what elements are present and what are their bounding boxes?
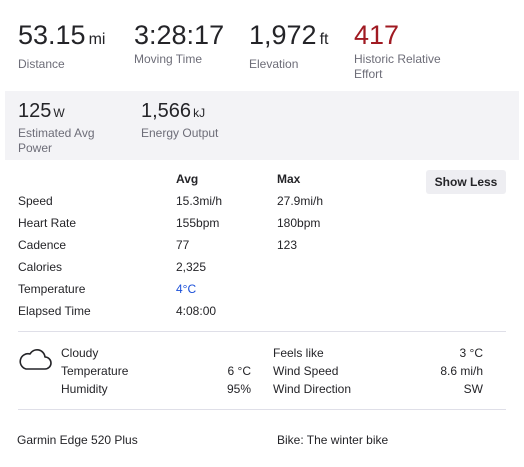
weather-section: Cloudy Temperature 6 °C Humidity 95% Fee… — [0, 346, 524, 406]
table-row: Temperature 4°C — [18, 282, 418, 304]
row-label: Cadence — [18, 238, 67, 252]
row-label: Calories — [18, 260, 63, 274]
row-label: Heart Rate — [18, 216, 77, 230]
stat-elevation: 1,972 ft Elevation — [249, 18, 328, 72]
stat-distance-value: 53.15 — [18, 20, 86, 50]
row-avg: 15.3mi/h — [176, 194, 223, 208]
weather-wind-speed-label: Wind Speed — [273, 364, 339, 378]
stat-energy-output: 1,566 kJ Energy Output — [141, 98, 218, 141]
stat-relative-effort[interactable]: 417 Historic Relative Effort — [354, 18, 441, 82]
stat-relative-effort-value: 417 — [354, 20, 400, 50]
weather-wind-direction-label: Wind Direction — [273, 382, 352, 396]
row-max: 123 — [277, 238, 298, 252]
weather-feels-like-label: Feels like — [273, 346, 324, 360]
activity-stats-panel: 53.15 mi Distance 3:28:17 Moving Time 1,9… — [0, 0, 524, 467]
divider — [18, 331, 506, 332]
stat-power-unit: W — [53, 106, 65, 120]
weather-humidity-value: 95% — [226, 382, 251, 396]
stat-power-label: Estimated Avg Power — [18, 126, 95, 155]
cloud-icon — [19, 349, 52, 370]
weather-temperature-value: 6 °C — [227, 364, 251, 378]
weather-feels-like-value: 3 °C — [459, 346, 483, 360]
column-header-avg: Avg — [176, 172, 199, 186]
table-row: Heart Rate 155bpm 180bpm — [18, 216, 418, 238]
column-header-max: Max — [277, 172, 301, 186]
row-avg: 2,325 — [176, 260, 207, 274]
stat-elevation-unit: ft — [319, 31, 329, 48]
row-label: Speed — [18, 194, 53, 208]
weather-condition: Cloudy — [61, 346, 99, 360]
row-label: Elapsed Time — [18, 304, 91, 318]
table-row: Elapsed Time 4:08:00 — [18, 304, 418, 326]
stat-power-value: 125 — [18, 100, 52, 122]
stat-elevation-label: Elevation — [249, 57, 299, 71]
table-row: Calories 2,325 — [18, 260, 418, 282]
weather-humidity-label: Humidity — [61, 382, 108, 396]
row-max: 180bpm — [277, 216, 321, 230]
power-stats-band: 125 W Estimated Avg Power 1,566 kJ Energy … — [5, 91, 519, 160]
row-max: 27.9mi/h — [277, 194, 324, 208]
divider — [18, 409, 506, 410]
stat-distance: 53.15 mi Distance — [18, 18, 105, 72]
table-row: Cadence 77 123 — [18, 238, 418, 260]
device-name: Garmin Edge 520 Plus — [17, 433, 138, 447]
row-avg: 77 — [176, 238, 190, 252]
row-avg: 4:08:00 — [176, 304, 217, 318]
show-less-button[interactable]: Show Less — [426, 170, 506, 194]
temperature-unit-link[interactable]: 4°C — [176, 282, 196, 296]
stat-moving-time: 3:28:17 Moving Time — [134, 18, 224, 67]
weather-wind-direction-value: SW — [463, 382, 483, 396]
stat-elevation-value: 1,972 — [249, 20, 317, 50]
stat-energy-value: 1,566 — [141, 100, 192, 122]
weather-wind-speed-value: 8.6 mi/h — [440, 364, 483, 378]
weather-temperature-label: Temperature — [61, 364, 129, 378]
stat-distance-unit: mi — [88, 31, 106, 48]
primary-stats: 53.15 mi Distance 3:28:17 Moving Time 1,9… — [0, 0, 524, 91]
stat-energy-label: Energy Output — [141, 126, 219, 140]
stat-relative-effort-label: Historic Relative Effort — [354, 52, 441, 81]
stat-moving-time-label: Moving Time — [134, 52, 203, 66]
stat-moving-time-value: 3:28:17 — [134, 20, 225, 50]
row-avg: 155bpm — [176, 216, 220, 230]
stat-distance-label: Distance — [18, 57, 65, 71]
stat-energy-unit: kJ — [193, 106, 206, 120]
bike-name: Bike: The winter bike — [277, 433, 389, 447]
table-row: Speed 15.3mi/h 27.9mi/h — [18, 194, 418, 216]
row-label: Temperature — [18, 282, 86, 296]
stat-estimated-power: 125 W Estimated Avg Power — [18, 98, 95, 156]
